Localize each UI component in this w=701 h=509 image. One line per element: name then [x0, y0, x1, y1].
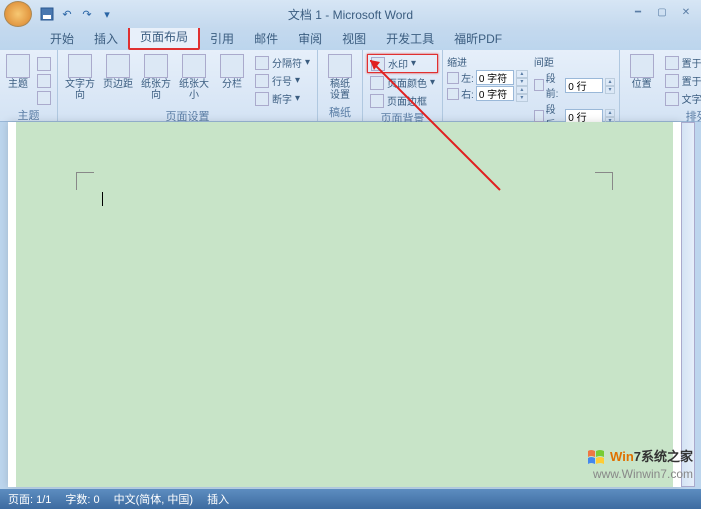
page-color-button[interactable]: 页面颜色▾ [367, 74, 438, 91]
bring-front-button[interactable]: 置于顶层 [662, 54, 701, 71]
paper-icon [328, 54, 352, 78]
group-themes: 主题 主题 [0, 50, 58, 121]
tab-view[interactable]: 视图 [332, 27, 376, 50]
undo-icon[interactable]: ↶ [58, 5, 76, 23]
manuscript-button[interactable]: 稿纸 设置 [322, 52, 358, 103]
space-before-icon [534, 79, 544, 91]
orientation-icon [144, 54, 168, 78]
tab-insert[interactable]: 插入 [84, 27, 128, 50]
margins-button[interactable]: 页边距 [100, 52, 136, 92]
hyphen-icon [255, 92, 269, 106]
orientation-button[interactable]: 纸张方向 [138, 52, 174, 103]
breaks-button[interactable]: 分隔符▾ [252, 54, 313, 71]
save-icon[interactable] [38, 5, 56, 23]
theme-colors-button[interactable] [34, 56, 54, 72]
break-icon [255, 56, 269, 70]
text-wrap-button[interactable]: 文字环绕 [662, 90, 701, 107]
themes-icon [6, 54, 30, 78]
spacing-header: 间距 [534, 54, 615, 69]
page-borders-button[interactable]: 页面边框 [367, 92, 438, 109]
status-insert-mode[interactable]: 插入 [207, 491, 229, 507]
indent-left-input[interactable] [476, 70, 514, 85]
tab-developer[interactable]: 开发工具 [376, 27, 444, 50]
quick-access-toolbar: ↶ ↷ ▾ [38, 5, 116, 23]
minimize-button[interactable]: ━ [627, 4, 649, 20]
window-title: 文档 1 - Microsoft Word [288, 6, 413, 23]
text-direction-icon [68, 54, 92, 78]
linenum-icon [255, 74, 269, 88]
text-cursor [102, 192, 103, 206]
ribbon-tabs: 开始 插入 页面布局 引用 邮件 审阅 视图 开发工具 福昕PDF [0, 28, 701, 50]
columns-icon [220, 54, 244, 78]
indent-header: 缩进 [447, 54, 528, 69]
spinner[interactable]: ▴▾ [605, 78, 614, 93]
indent-right-icon [447, 88, 459, 100]
size-icon [182, 54, 206, 78]
hyphenation-button[interactable]: 断字▾ [252, 90, 313, 107]
group-label: 稿纸 [322, 103, 358, 121]
columns-button[interactable]: 分栏 [214, 52, 250, 92]
front-icon [665, 56, 679, 70]
group-arrange: 位置 置于顶层 置于底层 文字环绕 对齐 组合 旋转 排列 [620, 50, 701, 121]
spinner[interactable]: ▴▾ [516, 70, 528, 85]
space-after-icon [534, 110, 544, 122]
tab-home[interactable]: 开始 [40, 27, 84, 50]
windows-logo-icon [586, 449, 606, 467]
group-paragraph: 缩进 左:▴▾ 右:▴▾ 间距 段前:▴▾ 段后:▴▾ 段落 [443, 50, 620, 121]
position-button[interactable]: 位置 [624, 52, 660, 92]
app-window: ↶ ↷ ▾ 文档 1 - Microsoft Word ━ ▢ ✕ 开始 插入 … [0, 0, 701, 509]
border-icon [370, 94, 384, 108]
indent-left-icon [447, 72, 459, 84]
themes-button[interactable]: 主题 [4, 52, 32, 92]
site-watermark: Win7系统之家 www.Winwin7.com [586, 446, 693, 481]
tab-foxit-pdf[interactable]: 福昕PDF [444, 27, 512, 50]
font-icon [37, 74, 51, 88]
tab-mailings[interactable]: 邮件 [244, 27, 288, 50]
palette-icon [37, 57, 51, 71]
window-controls: ━ ▢ ✕ [627, 4, 697, 20]
line-numbers-button[interactable]: 行号▾ [252, 72, 313, 89]
title-bar: ↶ ↷ ▾ 文档 1 - Microsoft Word ━ ▢ ✕ [0, 0, 701, 28]
ribbon: 主题 主题 文字方向 页边距 纸张方向 纸张大小 分栏 分隔符▾ 行号▾ [0, 50, 701, 122]
office-button[interactable] [4, 1, 32, 27]
page[interactable] [16, 122, 673, 487]
status-language[interactable]: 中文(简体, 中国) [114, 491, 193, 507]
tab-review[interactable]: 审阅 [288, 27, 332, 50]
watermark-icon [371, 57, 385, 71]
space-before-input[interactable] [565, 78, 603, 93]
send-back-button[interactable]: 置于底层 [662, 72, 701, 89]
group-paper: 稿纸 设置 稿纸 [318, 50, 363, 121]
effects-icon [37, 91, 51, 105]
tab-references[interactable]: 引用 [200, 27, 244, 50]
position-icon [630, 54, 654, 78]
status-bar: 页面: 1/1 字数: 0 中文(简体, 中国) 插入 [0, 489, 701, 509]
margin-corner-icon [76, 172, 94, 190]
group-page-background: 水印▾ 页面颜色▾ 页面边框 页面背景 [363, 50, 443, 121]
theme-effects-button[interactable] [34, 90, 54, 106]
text-direction-button[interactable]: 文字方向 [62, 52, 98, 103]
close-button[interactable]: ✕ [675, 4, 697, 20]
group-page-setup: 文字方向 页边距 纸张方向 纸张大小 分栏 分隔符▾ 行号▾ 断字▾ 页面设置 [58, 50, 318, 121]
back-icon [665, 74, 679, 88]
vertical-scrollbar[interactable] [681, 122, 695, 487]
theme-fonts-button[interactable] [34, 73, 54, 89]
maximize-button[interactable]: ▢ [651, 4, 673, 20]
margin-corner-icon [595, 172, 613, 190]
color-icon [370, 76, 384, 90]
indent-right-input[interactable] [476, 86, 514, 101]
status-page[interactable]: 页面: 1/1 [8, 491, 51, 507]
margins-icon [106, 54, 130, 78]
watermark-button[interactable]: 水印▾ [367, 54, 438, 73]
wrap-icon [665, 92, 679, 106]
status-words[interactable]: 字数: 0 [65, 491, 99, 507]
qat-more-icon[interactable]: ▾ [98, 5, 116, 23]
spinner[interactable]: ▴▾ [516, 86, 528, 101]
redo-icon[interactable]: ↷ [78, 5, 96, 23]
document-area[interactable] [8, 122, 681, 487]
size-button[interactable]: 纸张大小 [176, 52, 212, 103]
